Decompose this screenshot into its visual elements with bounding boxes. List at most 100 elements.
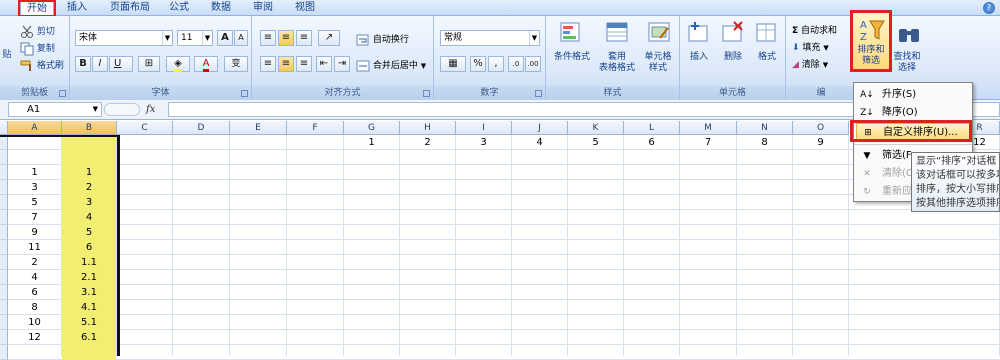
copy-button[interactable]: 复制 (20, 41, 55, 56)
border-button[interactable]: ⊞ (138, 56, 160, 72)
increase-indent-button[interactable]: ⇥ (334, 56, 350, 72)
delete-cells-button[interactable]: 删除 (716, 52, 750, 63)
italic-button[interactable]: I (92, 56, 108, 72)
cell[interactable]: 6.1 (62, 330, 116, 345)
row-header[interactable] (0, 270, 8, 285)
column-header[interactable]: A (8, 121, 62, 135)
cell[interactable]: 3 (8, 180, 61, 195)
format-cells-button[interactable]: 格式 (750, 52, 784, 63)
row-header[interactable] (0, 255, 8, 270)
tab-insert[interactable]: 插入 (62, 0, 92, 16)
cell-style-button[interactable]: 单元格 样式 (638, 52, 678, 74)
font-name-combo[interactable]: 宋体 ▼ (75, 30, 173, 46)
row-header[interactable] (0, 330, 8, 345)
align-bottom-button[interactable]: ≡ (296, 30, 312, 46)
formula-bar-splitter[interactable] (104, 103, 140, 116)
font-launcher-icon[interactable] (241, 90, 248, 97)
name-box[interactable]: A1 ▼ (8, 102, 102, 117)
cell[interactable]: 3 (62, 195, 116, 210)
column-header[interactable]: I (456, 121, 512, 135)
align-middle-button[interactable]: ≡ (278, 30, 294, 46)
column-header[interactable]: K (568, 121, 624, 135)
alignment-launcher-icon[interactable] (423, 90, 430, 97)
align-top-button[interactable]: ≡ (260, 30, 276, 46)
find-select-button[interactable]: 查找和 选择 (888, 52, 926, 74)
chevron-down-icon[interactable]: ▼ (529, 31, 539, 45)
row-header[interactable] (0, 195, 8, 210)
cell[interactable]: 1 (8, 165, 61, 180)
cell[interactable]: 4 (512, 135, 567, 150)
cell[interactable]: 3 (456, 135, 511, 150)
cell[interactable]: 7 (680, 135, 736, 150)
chevron-down-icon[interactable]: ▼ (162, 31, 172, 45)
column-header[interactable]: H (400, 121, 456, 135)
select-all-corner[interactable] (0, 121, 8, 135)
clear-button[interactable]: ◢ 清除 ▼ (792, 57, 828, 70)
cell[interactable]: 4 (8, 270, 61, 285)
cell[interactable]: 5 (8, 195, 61, 210)
chevron-down-icon[interactable]: ▼ (202, 31, 212, 45)
cell[interactable]: 11 (8, 240, 61, 255)
chevron-down-icon[interactable]: ▼ (93, 103, 98, 116)
autosum-button[interactable]: Σ 自动求和 (792, 23, 837, 36)
tab-review[interactable]: 审阅 (248, 0, 278, 16)
phonetic-button[interactable]: 变 (224, 56, 248, 72)
column-header[interactable]: N (737, 121, 793, 135)
cell[interactable]: 2.1 (62, 270, 116, 285)
cell[interactable]: 5 (62, 225, 116, 240)
menu-item-sort-ascending[interactable]: A↓ 升序(S) (856, 86, 970, 104)
row-header[interactable] (0, 225, 8, 240)
row-header[interactable] (0, 300, 8, 315)
cell[interactable]: 5.1 (62, 315, 116, 330)
row-header[interactable] (0, 165, 8, 180)
font-size-combo[interactable]: 11 ▼ (177, 30, 213, 46)
row-header[interactable] (0, 345, 8, 360)
insert-cells-button[interactable]: 插入 (682, 52, 716, 63)
align-left-button[interactable]: ≡ (260, 56, 276, 72)
worksheet-grid[interactable]: ABCDEFGHIJKLMNOR 1 2 3 4 5 6 7 8 9 12 1 3 5 7 9 11 2 4 6 8 1… (0, 121, 1000, 360)
orientation-button[interactable]: ↗ (318, 30, 340, 46)
currency-button[interactable]: ▦ (440, 56, 466, 72)
cell[interactable]: 1.1 (62, 255, 116, 270)
column-header[interactable]: E (230, 121, 287, 135)
row-header[interactable] (0, 315, 8, 330)
tab-formulas[interactable]: 公式 (164, 0, 194, 16)
sort-filter-button[interactable]: AZ 排序和 筛选 (850, 10, 892, 72)
underline-button[interactable]: U (109, 56, 133, 72)
row-header[interactable] (0, 210, 8, 225)
table-format-button[interactable]: 套用 表格格式 (598, 52, 636, 74)
tab-data[interactable]: 数据 (206, 0, 236, 16)
tab-view[interactable]: 视图 (290, 0, 320, 16)
row-header[interactable] (0, 180, 8, 195)
align-center-button[interactable]: ≡ (278, 56, 294, 72)
column-header[interactable]: M (680, 121, 737, 135)
fill-color-button[interactable]: ◈ (166, 56, 190, 72)
cell[interactable]: 2 (400, 135, 455, 150)
paste-button[interactable]: 贴 (0, 50, 14, 61)
cell[interactable]: 6 (8, 285, 61, 300)
tab-page-layout[interactable]: 页面布局 (106, 0, 154, 16)
cell[interactable]: 6 (62, 240, 116, 255)
row-header[interactable] (0, 285, 8, 300)
column-header[interactable]: J (512, 121, 568, 135)
cell[interactable]: 7 (8, 210, 61, 225)
cell[interactable]: 9 (8, 225, 61, 240)
font-color-button[interactable]: A (194, 56, 218, 72)
cell[interactable]: 8 (737, 135, 792, 150)
column-header[interactable]: F (287, 121, 344, 135)
insert-function-button[interactable]: fx (146, 102, 166, 117)
bold-button[interactable]: B (75, 56, 91, 72)
cut-button[interactable]: 剪切 (20, 24, 55, 39)
percent-button[interactable]: % (470, 56, 486, 72)
decrease-decimal-button[interactable]: .00 (525, 56, 541, 72)
row-header[interactable] (0, 150, 8, 165)
column-header[interactable]: G (344, 121, 400, 135)
grow-font-button[interactable]: A (217, 30, 233, 46)
comma-button[interactable]: , (488, 56, 504, 72)
cell[interactable]: 12 (8, 330, 61, 345)
cell[interactable]: 1 (62, 165, 116, 180)
column-header[interactable]: L (624, 121, 680, 135)
cell[interactable]: 8 (8, 300, 61, 315)
cell[interactable]: 2 (8, 255, 61, 270)
cell[interactable]: 3.1 (62, 285, 116, 300)
